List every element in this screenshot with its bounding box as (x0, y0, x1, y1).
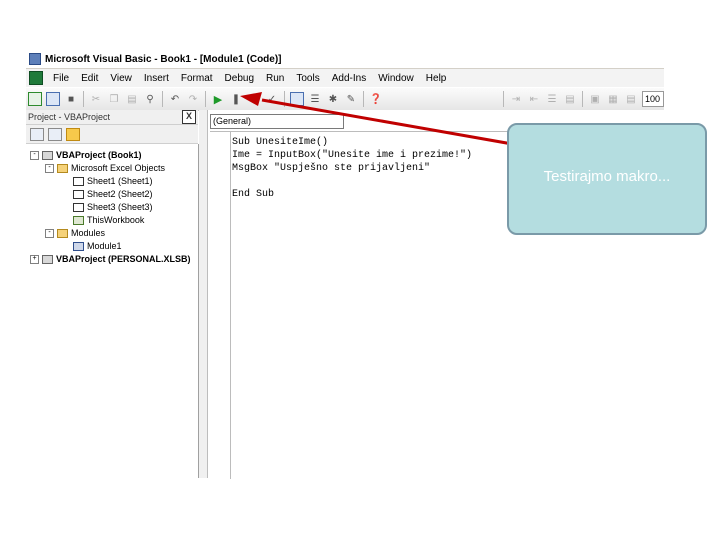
menu-insert[interactable]: Insert (138, 73, 175, 84)
menu-debug[interactable]: Debug (219, 73, 260, 84)
toolbar-separator (205, 91, 206, 107)
group-icon[interactable]: ▦ (606, 92, 620, 106)
menu-tools[interactable]: Tools (290, 73, 325, 84)
menu-format[interactable]: Format (175, 73, 219, 84)
code-margin (210, 132, 231, 479)
callout-box: Testirajmo makro... (507, 123, 707, 235)
menu-edit[interactable]: Edit (75, 73, 104, 84)
project-explorer-icon[interactable] (290, 92, 304, 106)
tree-label: VBAProject (PERSONAL.XLSB) (56, 254, 191, 264)
workbook-icon (73, 215, 84, 225)
align-icon[interactable]: ▣ (588, 92, 602, 106)
properties-icon[interactable]: ☰ (308, 92, 322, 106)
collapse-icon[interactable]: - (30, 150, 39, 160)
save-icon[interactable]: ■ (64, 92, 78, 106)
find-icon[interactable]: ⚲ (143, 92, 157, 106)
toolbar-separator (503, 91, 504, 107)
object-browser-icon[interactable]: ✱ (326, 92, 340, 106)
excel-icon[interactable] (29, 71, 43, 85)
tree-label: ThisWorkbook (87, 215, 145, 225)
undo-icon[interactable]: ↶ (168, 92, 182, 106)
menu-bar: File Edit View Insert Format Debug Run T… (26, 69, 664, 87)
code-line: End Sub (232, 189, 275, 200)
tree-node-sheet1[interactable]: Sheet1 (Sheet1) (73, 175, 153, 187)
tree-label: Sheet1 (Sheet1) (87, 176, 153, 186)
vba-app-icon (29, 53, 41, 65)
insert-object-icon[interactable] (46, 92, 60, 106)
folder-icon (57, 228, 68, 238)
menu-help[interactable]: Help (420, 73, 453, 84)
tree-label: Module1 (87, 241, 122, 251)
collapse-icon[interactable]: - (45, 228, 54, 238)
code-line: Sub UnesiteIme() (232, 137, 329, 148)
project-tree: - VBAProject (Book1) - Microsoft Excel O… (26, 144, 199, 478)
help-icon[interactable]: ❓ (369, 92, 383, 106)
vba-project-icon (42, 150, 53, 160)
callout-text: Testirajmo makro... (543, 168, 671, 185)
tree-label: Microsoft Excel Objects (71, 163, 166, 173)
tree-node-vbaproject-book1[interactable]: - VBAProject (Book1) (30, 149, 142, 161)
zoom-field[interactable]: 100 (642, 91, 664, 107)
edit-outdent-icon[interactable]: ⇤ (527, 92, 541, 106)
toggle-folders-icon[interactable] (66, 127, 80, 141)
code-line: Ime = InputBox("Unesite ime i prezime!") (232, 150, 473, 161)
view-object-icon[interactable] (48, 127, 62, 141)
folder-icon (57, 163, 68, 173)
close-icon[interactable]: X (182, 110, 196, 124)
tree-node-module1[interactable]: Module1 (73, 240, 122, 252)
edit-list-icon[interactable]: ☰ (545, 92, 559, 106)
toolbar-separator (363, 91, 364, 107)
copy-icon[interactable]: ❐ (107, 92, 121, 106)
vba-project-icon (42, 254, 53, 264)
menu-add-ins[interactable]: Add-Ins (326, 73, 372, 84)
design-mode-icon[interactable]: ✓ (265, 92, 279, 106)
tree-node-sheet2[interactable]: Sheet2 (Sheet2) (73, 188, 153, 200)
toolbar-separator (284, 91, 285, 107)
code-line: MsgBox "Uspješno ste prijavljeni" (232, 163, 431, 174)
object-combo[interactable]: (General) (210, 114, 344, 129)
size-icon[interactable]: ▤ (624, 92, 638, 106)
tree-label: Modules (71, 228, 106, 238)
window-title: Microsoft Visual Basic - Book1 - [Module… (45, 53, 282, 65)
break-icon[interactable]: ❚ (229, 92, 243, 106)
collapse-icon[interactable]: - (45, 163, 54, 173)
vbe-window: Microsoft Visual Basic - Book1 - [Module… (26, 50, 664, 479)
menu-file[interactable]: File (47, 73, 75, 84)
worksheet-icon (73, 202, 84, 212)
menu-window[interactable]: Window (372, 73, 420, 84)
excel-view-icon[interactable] (28, 92, 42, 106)
project-pane-title: Project - VBAProject (28, 112, 111, 122)
pane-splitter[interactable] (199, 110, 208, 478)
standard-toolbar: ■ ✂ ❐ ▤ ⚲ ↶ ↷ ▶ ❚ ■ ✓ ☰ ✱ ✎ ❓ ⇥ ⇤ ☰ ▤ ▣ … (26, 88, 664, 111)
project-pane-toolbar (26, 125, 198, 144)
edit-indent-icon[interactable]: ⇥ (509, 92, 523, 106)
menu-run[interactable]: Run (260, 73, 290, 84)
cut-icon[interactable]: ✂ (89, 92, 103, 106)
title-bar: Microsoft Visual Basic - Book1 - [Module… (26, 50, 664, 69)
toolbar-separator (162, 91, 163, 107)
expand-icon[interactable]: + (30, 254, 39, 264)
worksheet-icon (73, 176, 84, 186)
toolbox-icon[interactable]: ✎ (344, 92, 358, 106)
view-code-icon[interactable] (30, 127, 44, 141)
edit-comment-icon[interactable]: ▤ (563, 92, 577, 106)
redo-icon[interactable]: ↷ (186, 92, 200, 106)
tree-label: VBAProject (Book1) (56, 150, 142, 160)
tree-label: Sheet2 (Sheet2) (87, 189, 153, 199)
project-pane-header: Project - VBAProject X (26, 110, 198, 125)
tree-node-sheet3[interactable]: Sheet3 (Sheet3) (73, 201, 153, 213)
tree-node-modules[interactable]: - Modules (45, 227, 105, 239)
tree-node-excel-objects[interactable]: - Microsoft Excel Objects (45, 162, 165, 174)
tree-node-vbaproject-personal[interactable]: + VBAProject (PERSONAL.XLSB) (30, 253, 191, 265)
reset-icon[interactable]: ■ (247, 92, 261, 106)
worksheet-icon (73, 189, 84, 199)
module-icon (73, 241, 84, 251)
run-icon[interactable]: ▶ (211, 92, 225, 106)
tree-node-thisworkbook[interactable]: ThisWorkbook (73, 214, 144, 226)
menu-view[interactable]: View (104, 73, 138, 84)
paste-icon[interactable]: ▤ (125, 92, 139, 106)
toolbar-separator (582, 91, 583, 107)
toolbar-separator (83, 91, 84, 107)
tree-label: Sheet3 (Sheet3) (87, 202, 153, 212)
